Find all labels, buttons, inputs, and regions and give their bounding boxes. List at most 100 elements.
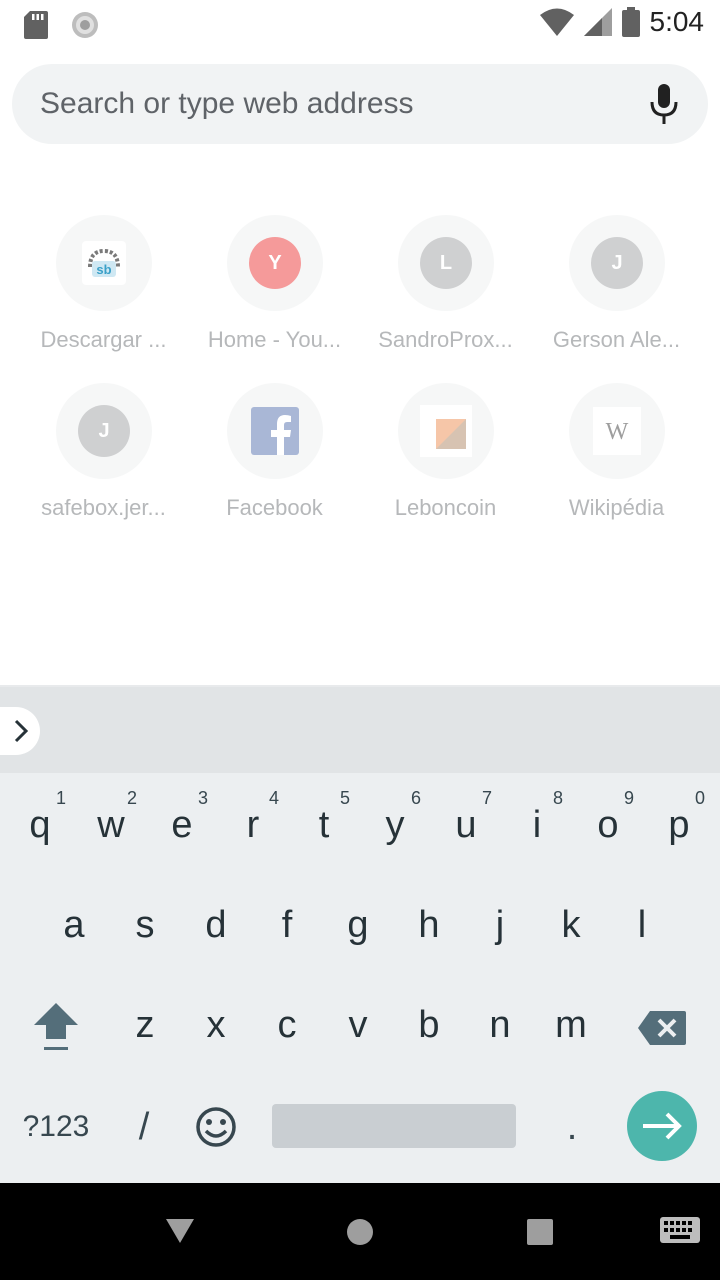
key-label: w: [97, 804, 125, 846]
tile-label: Leboncoin: [394, 495, 497, 520]
tile-gerson[interactable]: J Gerson Ale...: [531, 215, 702, 365]
key-s[interactable]: s: [109, 873, 181, 973]
tile-label: safebox.jer...: [41, 495, 166, 520]
tile-letter-j: J: [78, 405, 130, 457]
key-o[interactable]: o9: [572, 773, 644, 873]
leboncoin-icon: [420, 405, 472, 457]
key-label: i: [532, 804, 542, 846]
key-label: o: [597, 804, 619, 846]
key-k[interactable]: k: [535, 873, 607, 973]
tile-label: Wikipédia: [568, 495, 665, 520]
key-p[interactable]: p0: [643, 773, 715, 873]
spacebar-surface: [272, 1104, 516, 1148]
tile-icon-circle: [398, 383, 494, 479]
keyboard-switch-icon[interactable]: [660, 1217, 700, 1247]
expand-suggestions-button[interactable]: [0, 707, 40, 755]
key-label: u: [455, 804, 477, 846]
back-triangle-icon[interactable]: [166, 1219, 194, 1245]
facebook-icon: [251, 407, 299, 455]
tile-icon-circle: L: [398, 215, 494, 311]
omnibox[interactable]: [12, 64, 708, 144]
key-x[interactable]: x: [180, 973, 252, 1073]
tile-safebox[interactable]: J safebox.jer...: [18, 383, 189, 533]
key-hint: 3: [198, 788, 209, 808]
wifi-icon: [539, 8, 574, 36]
keyboard-row-4: ?123 / .: [0, 1075, 720, 1175]
key-b[interactable]: b: [393, 973, 465, 1073]
clock: 5:04: [649, 6, 705, 37]
search-input[interactable]: [40, 64, 600, 144]
key-hint: 6: [411, 788, 422, 808]
keyboard-suggestion-strip: [0, 685, 720, 775]
spacebar[interactable]: [272, 1075, 516, 1175]
key-d[interactable]: d: [180, 873, 252, 973]
recents-square-icon[interactable]: [527, 1219, 553, 1245]
tile-facebook[interactable]: Facebook: [189, 383, 360, 533]
key-l[interactable]: l: [606, 873, 678, 973]
tile-descargar[interactable]: sb Descargar ...: [18, 215, 189, 365]
key-f[interactable]: f: [251, 873, 323, 973]
key-i[interactable]: i8: [501, 773, 573, 873]
period-key[interactable]: .: [536, 1075, 608, 1175]
key-n[interactable]: n: [464, 973, 536, 1073]
keyboard-row-1: q1w2e3r4t5y6u7i8o9p0: [0, 773, 720, 873]
key-label: q: [29, 804, 51, 846]
backspace-key[interactable]: [624, 973, 700, 1073]
key-y[interactable]: y6: [359, 773, 431, 873]
status-bar: 5:04: [0, 0, 720, 50]
tile-letter-j: J: [591, 237, 643, 289]
key-t[interactable]: t5: [288, 773, 360, 873]
battery-icon: [621, 7, 640, 37]
key-g[interactable]: g: [322, 873, 394, 973]
backspace-icon: [638, 1011, 686, 1045]
tile-leboncoin[interactable]: Leboncoin: [360, 383, 531, 533]
key-label: y: [385, 804, 405, 846]
key-m[interactable]: m: [535, 973, 607, 1073]
sd-card-icon: [24, 11, 48, 39]
symbols-key[interactable]: ?123: [10, 1075, 102, 1175]
key-r[interactable]: r4: [217, 773, 289, 873]
key-z[interactable]: z: [109, 973, 181, 1073]
loading-spinner-icon: [72, 12, 98, 38]
key-u[interactable]: u7: [430, 773, 502, 873]
key-hint: 0: [695, 788, 706, 808]
emoji-icon: [196, 1107, 236, 1147]
key-label: p: [668, 804, 690, 846]
emoji-key[interactable]: [180, 1075, 252, 1175]
key-v[interactable]: v: [322, 973, 394, 1073]
key-label: t: [318, 804, 330, 846]
tile-label: Home - You...: [207, 327, 342, 352]
key-e[interactable]: e3: [146, 773, 218, 873]
key-hint: 4: [269, 788, 280, 808]
key-j[interactable]: j: [464, 873, 536, 973]
key-c[interactable]: c: [251, 973, 323, 1073]
key-w[interactable]: w2: [75, 773, 147, 873]
tile-icon-circle: J: [569, 215, 665, 311]
home-circle-icon[interactable]: [346, 1218, 374, 1246]
tile-sandroprox[interactable]: L SandroProx...: [360, 215, 531, 365]
svg-text:W: W: [606, 419, 629, 445]
key-h[interactable]: h: [393, 873, 465, 973]
slash-key[interactable]: /: [108, 1075, 180, 1175]
tile-youtube-home[interactable]: Y Home - You...: [189, 215, 360, 365]
tile-wikipedia[interactable]: W Wikipédia: [531, 383, 702, 533]
key-label: r: [246, 804, 260, 846]
key-hint: 2: [127, 788, 138, 808]
key-label: e: [171, 804, 193, 846]
sb-logo-icon: sb: [82, 241, 126, 285]
key-a[interactable]: a: [38, 873, 110, 973]
tile-icon-circle: [227, 383, 323, 479]
wikipedia-icon: W: [593, 407, 641, 455]
tile-icon-circle: Y: [227, 215, 323, 311]
tile-label: Facebook: [226, 495, 323, 520]
tile-label: Descargar ...: [40, 327, 167, 352]
key-hint: 8: [553, 788, 564, 808]
key-q[interactable]: q1: [4, 773, 76, 873]
shift-key[interactable]: [18, 973, 94, 1073]
key-hint: 7: [482, 788, 493, 808]
svg-text:sb: sb: [96, 262, 111, 277]
tile-letter-l: L: [420, 237, 472, 289]
enter-go-key[interactable]: [626, 1075, 698, 1175]
tile-icon-circle: W: [569, 383, 665, 479]
microphone-icon[interactable]: [644, 82, 684, 126]
